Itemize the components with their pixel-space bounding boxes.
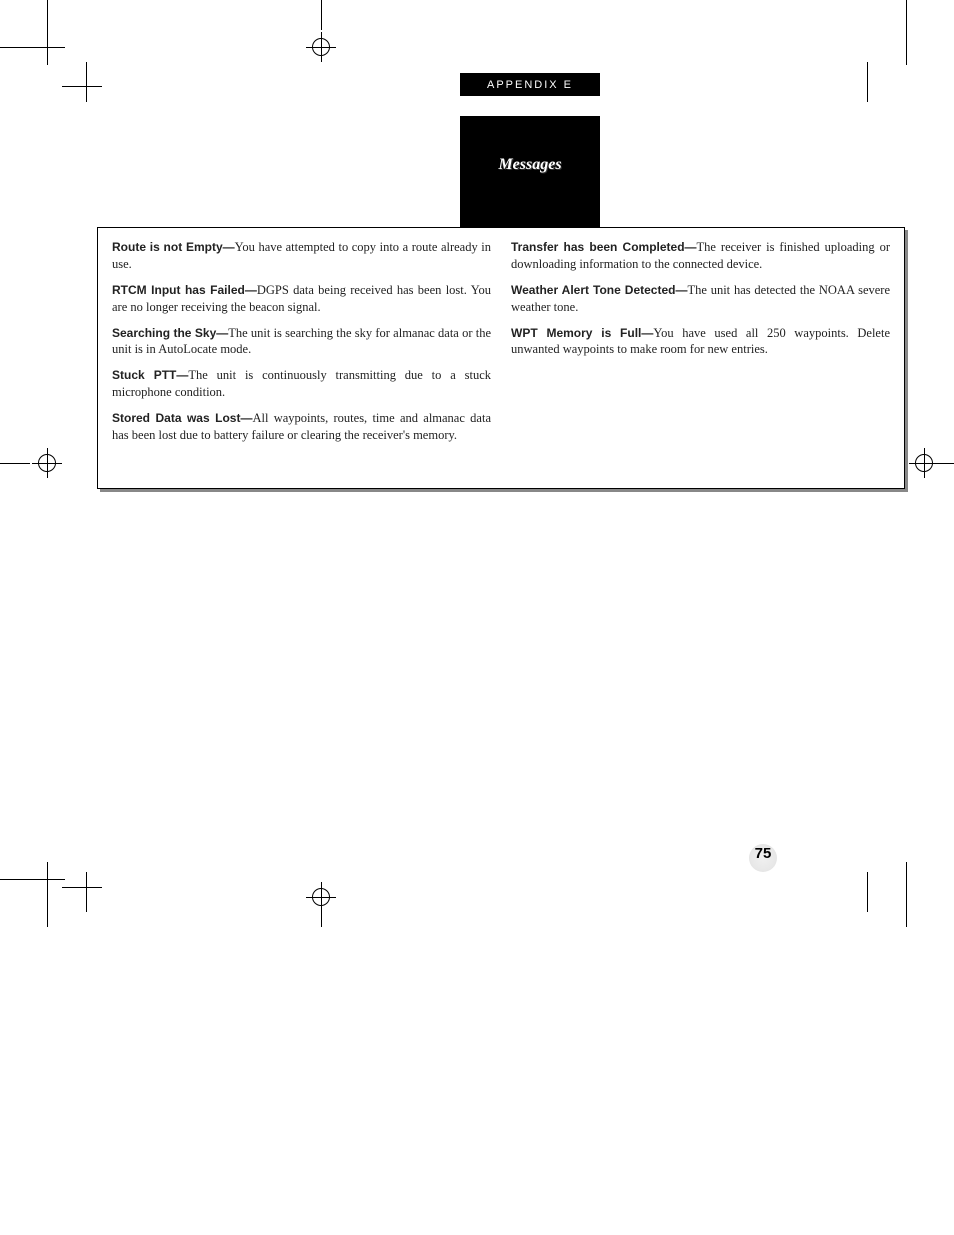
message-term: Transfer has been Completed— [511, 240, 697, 254]
crop-mark [924, 463, 954, 464]
crop-mark [0, 463, 30, 464]
crop-mark [47, 0, 48, 65]
message-term: Stuck PTT— [112, 368, 188, 382]
section-title: Messages [460, 116, 600, 229]
left-column: Route is not Empty—You have attempted to… [112, 239, 491, 477]
message-entry: RTCM Input has Failed—DGPS data being re… [112, 282, 491, 316]
page-number: 75 [750, 845, 776, 862]
trim-line [62, 887, 102, 888]
message-entry: Route is not Empty—You have attempted to… [112, 239, 491, 273]
messages-box: Route is not Empty—You have attempted to… [97, 227, 905, 489]
message-entry: Stored Data was Lost—All waypoints, rout… [112, 410, 491, 444]
trim-line [86, 872, 87, 912]
message-entry: Weather Alert Tone Detected—The unit has… [511, 282, 890, 316]
trim-line [867, 872, 868, 912]
message-entry: Stuck PTT—The unit is continuously trans… [112, 367, 491, 401]
crop-mark [321, 0, 322, 30]
trim-line [62, 86, 102, 87]
message-term: WPT Memory is Full— [511, 326, 653, 340]
trim-line [867, 62, 868, 102]
page-number-badge: 75 [750, 845, 776, 871]
message-term: Searching the Sky— [112, 326, 228, 340]
message-entry: WPT Memory is Full—You have used all 250… [511, 325, 890, 359]
message-term: RTCM Input has Failed— [112, 283, 257, 297]
header-block: APPENDIX E Messages [460, 73, 600, 229]
appendix-label: APPENDIX E [460, 73, 600, 96]
crop-mark [906, 862, 907, 927]
message-entry: Searching the Sky—The unit is searching … [112, 325, 491, 359]
trim-line [86, 62, 87, 102]
crop-mark [321, 897, 322, 927]
message-entry: Transfer has been Completed—The receiver… [511, 239, 890, 273]
message-term: Route is not Empty— [112, 240, 235, 254]
right-column: Transfer has been Completed—The receiver… [511, 239, 890, 477]
message-term: Weather Alert Tone Detected— [511, 283, 687, 297]
crop-mark [0, 879, 65, 880]
crop-mark [47, 862, 48, 927]
crop-mark [0, 47, 65, 48]
crop-mark [906, 0, 907, 65]
message-term: Stored Data was Lost— [112, 411, 252, 425]
